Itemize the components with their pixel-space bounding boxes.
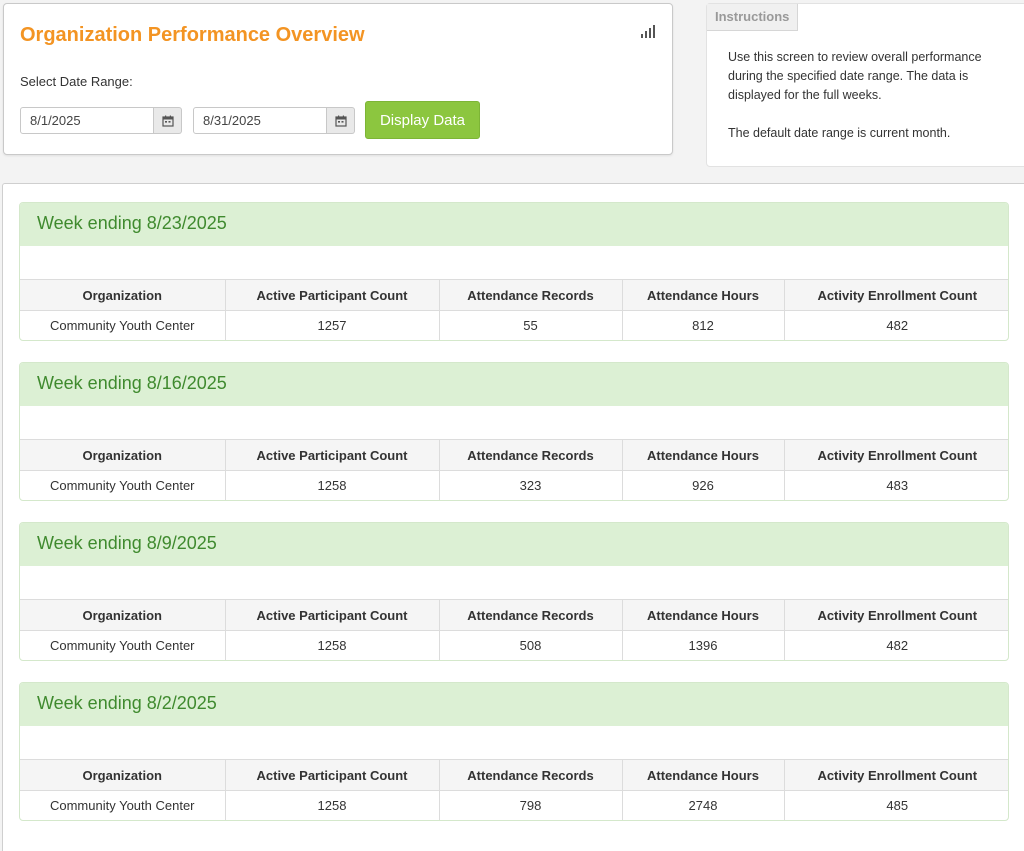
column-header[interactable]: Organization	[20, 759, 225, 791]
week-card: Week ending 8/23/2025 Organization Active …	[19, 202, 1009, 341]
table-header-row: Organization Active Participant Count Atte…	[20, 599, 1008, 631]
week-title: Week ending 8/23/2025	[20, 203, 1008, 246]
performance-table: Organization Active Participant Count Atte…	[20, 439, 1008, 500]
week-card: Week ending 8/9/2025 Organization Active P…	[19, 522, 1009, 661]
table-cell: 1258	[224, 790, 439, 820]
week-spacer	[20, 726, 1008, 759]
instructions-paragraph: The default date range is current month.	[728, 126, 951, 140]
week-title: Week ending 8/16/2025	[20, 363, 1008, 406]
column-header[interactable]: Attendance Hours	[621, 759, 784, 791]
table-cell: 485	[783, 790, 1008, 820]
table-header-row: Organization Active Participant Count Atte…	[20, 759, 1008, 791]
display-data-button[interactable]: Display Data	[365, 101, 480, 139]
week-spacer	[20, 246, 1008, 279]
instructions-tab[interactable]: Instructions	[707, 4, 799, 31]
performance-table: Organization Active Participant Count Atte…	[20, 759, 1008, 820]
column-header[interactable]: Attendance Hours	[621, 279, 784, 311]
start-date-group	[20, 107, 182, 134]
table-cell: 2748	[621, 790, 784, 820]
column-header[interactable]: Active Participant Count	[224, 759, 439, 791]
table-cell: 55	[438, 310, 622, 340]
week-spacer	[20, 406, 1008, 439]
instructions-text: Use this screen to review overall perfor…	[728, 48, 1008, 143]
calendar-icon	[334, 115, 347, 127]
results-panel: Week ending 8/23/2025 Organization Active …	[2, 183, 1024, 851]
column-header[interactable]: Organization	[20, 439, 225, 471]
date-range-panel: Organization Performance Overview Select…	[3, 3, 673, 155]
end-date-input[interactable]	[193, 107, 327, 134]
week-title: Week ending 8/2/2025	[20, 683, 1008, 726]
table-cell: Community Youth Center	[49, 797, 195, 813]
table-cell: 1257	[224, 310, 439, 340]
column-header[interactable]: Attendance Hours	[621, 439, 784, 471]
column-header[interactable]: Active Participant Count	[224, 279, 439, 311]
column-header[interactable]: Attendance Records	[438, 599, 622, 631]
page-title: Organization Performance Overview	[20, 24, 365, 46]
table-cell: 483	[783, 470, 1008, 500]
week-card: Week ending 8/16/2025 Organization Active …	[19, 362, 1009, 501]
table-cell: 1396	[621, 630, 784, 660]
date-range-label: Select Date Range:	[20, 74, 133, 89]
table-row: Community Youth Center 1258 798 2748 485	[20, 790, 1008, 820]
table-row: Community Youth Center 1258 508 1396 482	[20, 630, 1008, 660]
table-row: Community Youth Center 1257 55 812 482	[20, 310, 1008, 340]
column-header[interactable]: Activity Enrollment Count	[783, 279, 1008, 311]
performance-table: Organization Active Participant Count Atte…	[20, 279, 1008, 340]
instructions-panel: Instructions Use this screen to review o…	[706, 3, 1024, 167]
table-row: Community Youth Center 1258 323 926 483	[20, 470, 1008, 500]
table-cell: Community Youth Center	[49, 637, 195, 653]
end-date-group	[193, 107, 355, 134]
performance-table: Organization Active Participant Count Atte…	[20, 599, 1008, 660]
table-cell: 798	[438, 790, 622, 820]
column-header[interactable]: Activity Enrollment Count	[783, 599, 1008, 631]
table-header-row: Organization Active Participant Count Atte…	[20, 439, 1008, 471]
column-header[interactable]: Activity Enrollment Count	[783, 759, 1008, 791]
table-header-row: Organization Active Participant Count Atte…	[20, 279, 1008, 311]
column-header[interactable]: Active Participant Count	[224, 439, 439, 471]
table-cell: 926	[621, 470, 784, 500]
signal-icon	[641, 25, 655, 38]
week-card: Week ending 8/2/2025 Organization Active P…	[19, 682, 1009, 821]
table-cell: 1258	[224, 630, 439, 660]
column-header[interactable]: Organization	[20, 599, 225, 631]
instructions-paragraph: Use this screen to review overall perfor…	[728, 50, 982, 102]
column-header[interactable]: Attendance Records	[438, 439, 622, 471]
calendar-icon	[161, 115, 174, 127]
table-cell: 482	[783, 630, 1008, 660]
table-cell: 812	[621, 310, 784, 340]
start-date-input[interactable]	[20, 107, 154, 134]
column-header[interactable]: Attendance Records	[438, 759, 622, 791]
table-cell: 482	[783, 310, 1008, 340]
start-date-calendar-button[interactable]	[154, 107, 182, 134]
table-cell: 1258	[224, 470, 439, 500]
week-spacer	[20, 566, 1008, 599]
column-header[interactable]: Attendance Hours	[621, 599, 784, 631]
column-header[interactable]: Activity Enrollment Count	[783, 439, 1008, 471]
column-header[interactable]: Organization	[20, 279, 225, 311]
table-cell: 323	[438, 470, 622, 500]
table-cell: 508	[438, 630, 622, 660]
column-header[interactable]: Active Participant Count	[224, 599, 439, 631]
table-cell: Community Youth Center	[49, 477, 195, 493]
end-date-calendar-button[interactable]	[327, 107, 355, 134]
week-title: Week ending 8/9/2025	[20, 523, 1008, 566]
table-cell: Community Youth Center	[49, 317, 195, 333]
column-header[interactable]: Attendance Records	[438, 279, 622, 311]
